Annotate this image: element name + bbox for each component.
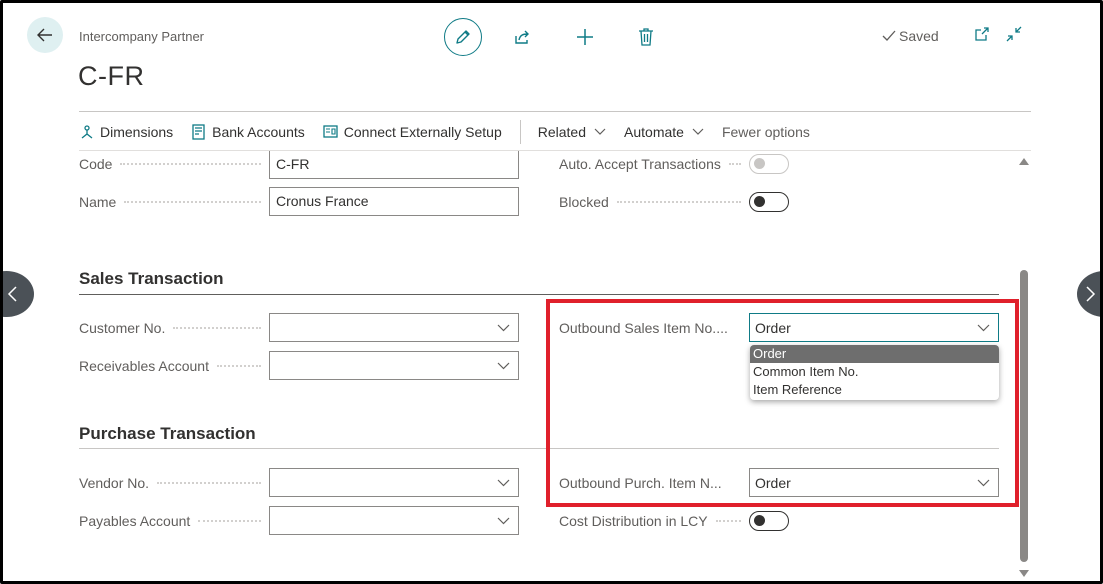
scroll-up-arrow-icon[interactable]: [1018, 156, 1030, 166]
code-label: Code: [79, 154, 269, 174]
back-button[interactable]: [27, 17, 63, 53]
top-actions: [444, 18, 658, 56]
share-icon: [515, 30, 529, 44]
related-menu[interactable]: Related: [538, 124, 606, 140]
pencil-icon: [456, 30, 470, 44]
connect-externally-setup-action[interactable]: Connect Externally Setup: [323, 124, 502, 140]
dimensions-label: Dimensions: [100, 124, 174, 140]
outbound-sales-item-label: Outbound Sales Item No....: [559, 320, 728, 336]
fewer-options-button[interactable]: Fewer options: [722, 124, 810, 140]
chevron-down-icon: [594, 128, 606, 135]
chevron-down-icon: [977, 324, 990, 332]
dropdown-option-item-reference[interactable]: Item Reference: [750, 381, 999, 399]
name-field[interactable]: Cronus France: [269, 187, 519, 216]
saved-label: Saved: [899, 28, 939, 44]
trash-icon: [639, 28, 653, 46]
outbound-sales-item-value: Order: [755, 320, 791, 336]
purchase-section-divider: [79, 448, 999, 449]
bank-accounts-icon: [192, 124, 205, 140]
chevron-down-icon: [977, 479, 990, 487]
auto-accept-toggle[interactable]: [749, 154, 789, 174]
dropdown-option-order[interactable]: Order: [750, 345, 999, 363]
chevron-down-icon: [497, 517, 510, 525]
dimensions-action[interactable]: Dimensions: [79, 124, 173, 140]
open-new-window-icon[interactable]: [973, 25, 991, 43]
receivables-account-select[interactable]: [269, 351, 519, 380]
check-icon: [882, 30, 896, 41]
chevron-down-icon: [692, 128, 704, 135]
header-divider: [79, 111, 1031, 112]
action-bar: Dimensions Bank Accounts Connect Externa…: [79, 120, 828, 144]
dimensions-icon: [81, 125, 93, 139]
plus-icon: [577, 29, 593, 45]
dropdown-option-common-item-no[interactable]: Common Item No.: [750, 363, 999, 381]
chevron-left-icon: [7, 286, 17, 302]
delete-button[interactable]: [634, 25, 658, 49]
blocked-toggle[interactable]: [749, 192, 789, 212]
saved-status: Saved: [882, 28, 939, 44]
cost-distribution-toggle[interactable]: [749, 511, 789, 531]
vendor-no-label: Vendor No.: [79, 473, 269, 493]
connect-setup-icon: [323, 125, 338, 138]
outbound-sales-item-dropdown: Order Common Item No. Item Reference: [750, 345, 999, 400]
chevron-down-icon: [497, 362, 510, 370]
sales-section-title[interactable]: Sales Transaction: [79, 269, 224, 289]
window-controls: [973, 25, 1023, 43]
payables-account-label: Payables Account: [79, 511, 269, 531]
customer-no-label: Customer No.: [79, 318, 269, 338]
new-button[interactable]: [573, 25, 597, 49]
automate-menu[interactable]: Automate: [624, 124, 704, 140]
auto-accept-label: Auto. Accept Transactions: [559, 154, 749, 174]
scroll-down-arrow-icon[interactable]: [1018, 569, 1030, 579]
bank-accounts-action[interactable]: Bank Accounts: [191, 124, 305, 140]
edit-button[interactable]: [444, 18, 482, 56]
outbound-sales-item-select[interactable]: Order: [749, 313, 999, 342]
cost-distribution-label: Cost Distribution in LCY: [559, 511, 749, 531]
action-bar-separator: [519, 120, 521, 144]
outbound-purch-item-select[interactable]: Order: [749, 468, 999, 497]
scrollbar-thumb[interactable]: [1020, 270, 1028, 562]
chevron-down-icon: [497, 479, 510, 487]
collapse-icon[interactable]: [1005, 25, 1023, 43]
page-title: C-FR: [78, 61, 145, 91]
payables-account-select[interactable]: [269, 506, 519, 535]
related-label: Related: [537, 124, 587, 140]
arrow-left-icon: [37, 28, 52, 42]
code-field[interactable]: C-FR: [269, 151, 519, 179]
sales-section-divider: [79, 294, 999, 295]
outbound-purch-item-value: Order: [755, 475, 791, 491]
chevron-down-icon: [497, 324, 510, 332]
page-frame: Intercompany Partner C-FR Saved Dimensio…: [0, 0, 1103, 584]
connect-externally-setup-label: Connect Externally Setup: [343, 124, 502, 140]
blocked-label: Blocked: [559, 192, 749, 212]
receivables-account-label: Receivables Account: [79, 356, 269, 376]
chevron-right-icon: [1086, 286, 1096, 302]
outbound-purch-item-label: Outbound Purch. Item N...: [559, 475, 722, 491]
page-caption: Intercompany Partner: [79, 29, 205, 44]
bank-accounts-label: Bank Accounts: [212, 124, 305, 140]
name-label: Name: [79, 192, 269, 212]
content-area: Code C-FR Name Cronus France Auto. Accep…: [3, 151, 1100, 581]
customer-no-select[interactable]: [269, 313, 519, 342]
share-button[interactable]: [510, 25, 534, 49]
automate-label: Automate: [624, 124, 684, 140]
purchase-section-title[interactable]: Purchase Transaction: [79, 424, 256, 444]
vendor-no-select[interactable]: [269, 468, 519, 497]
